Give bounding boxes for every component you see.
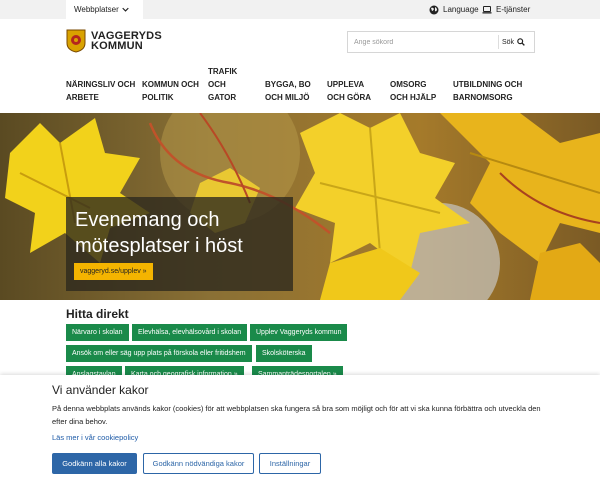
nav-label: och miljö	[265, 93, 310, 102]
nav-item-trafik[interactable]: Trafik och gator	[208, 65, 237, 104]
hero-banner: Evenemang och mötesplatser i höst vagger…	[0, 113, 600, 300]
quicklink-button[interactable]: Elevhälsa, elevhälsovård i skolan	[132, 324, 248, 341]
nav-label: Utbildning och	[453, 80, 523, 89]
settings-button[interactable]: Inställningar	[259, 453, 321, 474]
nav-item-utbildning[interactable]: Utbildning och barnomsorg	[453, 78, 522, 104]
nav-label: och göra	[327, 93, 371, 102]
quicklink-button[interactable]: Närvaro i skolan	[66, 324, 129, 341]
hero-link-button[interactable]: vaggeryd.se/upplev »	[74, 263, 153, 280]
cookie-banner: Vi använder kakor På denna webbplats anv…	[0, 375, 600, 480]
eservices-label: E-tjänster	[496, 5, 531, 14]
hero-title: Evenemang och mötesplatser i höst	[75, 209, 243, 257]
laptop-icon	[482, 5, 492, 13]
eservices-link[interactable]: E-tjänster	[482, 0, 530, 19]
hitta-direkt-heading: Hitta direkt	[66, 307, 129, 321]
cookie-title: Vi använder kakor	[52, 383, 149, 397]
nav-label: Bygga, bo	[265, 80, 311, 89]
nav-label: politik	[142, 93, 174, 102]
chevron-down-icon	[122, 7, 129, 12]
search-icon	[517, 38, 525, 46]
nav-item-naringsliv[interactable]: Näringsliv och arbete	[66, 78, 135, 104]
nav-label: gator	[208, 93, 237, 102]
nav-item-kommun[interactable]: Kommun och politik	[142, 78, 199, 104]
nav-item-omsorg[interactable]: Omsorg och hjälp	[390, 78, 436, 104]
language-link[interactable]: Language	[429, 0, 479, 19]
site-select-label: Webbplatser	[74, 5, 119, 14]
search-divider	[498, 35, 499, 49]
language-label: Language	[443, 5, 479, 14]
site-select[interactable]: Webbplatser	[66, 0, 143, 19]
hero-caption-box: Evenemang och mötesplatser i höst vagger…	[66, 197, 293, 291]
coat-of-arms-icon	[66, 29, 86, 53]
accept-necessary-button[interactable]: Godkänn nödvändiga kakor	[143, 453, 254, 474]
quicklink-button[interactable]: Skolsköterska	[256, 345, 312, 362]
nav-item-bygga[interactable]: Bygga, bo och miljö	[265, 78, 311, 104]
globe-icon	[429, 5, 439, 14]
nav-label: och hjälp	[390, 93, 437, 102]
nav-label: Uppleva	[327, 80, 365, 89]
nav-label: Trafik	[208, 67, 238, 76]
nav-label: och	[208, 80, 226, 89]
site-logo[interactable]: VAGGERYDS KOMMUN	[66, 29, 162, 53]
nav-label: Kommun och	[142, 80, 199, 89]
search-button-label: Sök	[502, 38, 515, 46]
search-box: Sök	[347, 31, 535, 53]
accept-all-button[interactable]: Godkänn alla kakor	[52, 453, 137, 474]
utility-bar: Webbplatser Language E-tjänster	[0, 0, 600, 19]
logo-line2: KOMMUN	[91, 40, 143, 52]
quicklink-button[interactable]: Ansök om eller säg upp plats på förskola…	[66, 345, 252, 362]
quicklink-button[interactable]: Upplev Vaggeryds kommun	[250, 324, 348, 341]
nav-label: Omsorg	[390, 80, 427, 89]
nav-item-uppleva[interactable]: Uppleva och göra	[327, 78, 371, 104]
nav-label: Näringsliv och	[66, 80, 136, 89]
nav-label: arbete	[66, 93, 99, 102]
nav-label: barnomsorg	[453, 93, 513, 102]
search-button[interactable]: Sök	[502, 32, 525, 52]
cookie-policy-link[interactable]: Läs mer i vår cookiepolicy	[52, 433, 138, 442]
cookie-text: På denna webbplats används kakor (cookie…	[52, 404, 541, 426]
search-input[interactable]	[348, 32, 498, 52]
